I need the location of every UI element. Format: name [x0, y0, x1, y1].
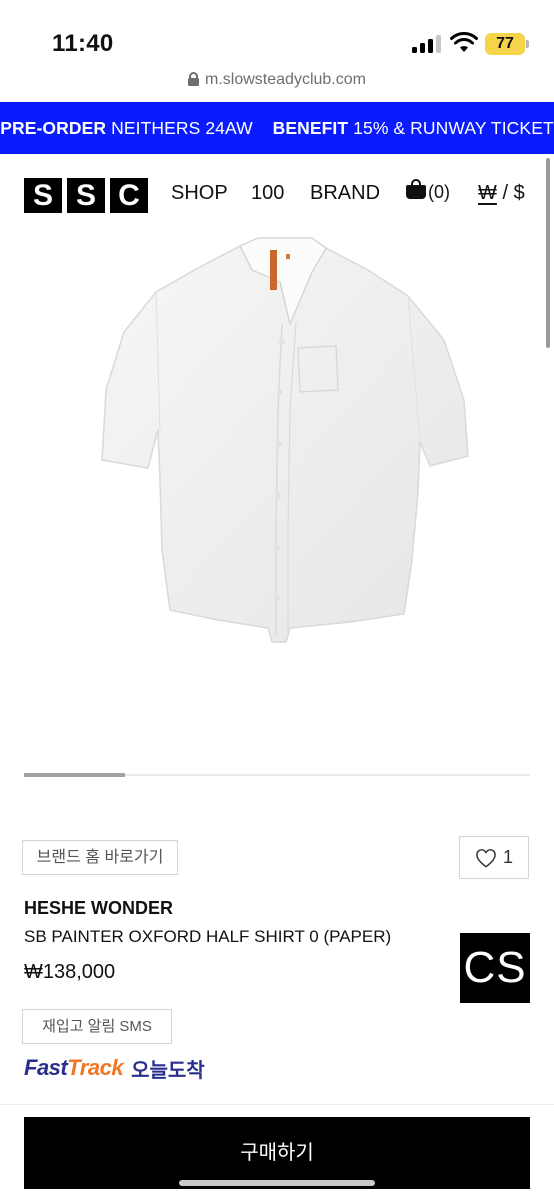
- fasttrack-badge: FastTrack 오늘도착: [24, 1053, 205, 1083]
- like-button[interactable]: 1: [459, 836, 529, 879]
- section-divider: [0, 1104, 554, 1105]
- product-title: SB PAINTER OXFORD HALF SHIRT 0 (PAPER): [24, 927, 392, 946]
- product-image[interactable]: [100, 230, 474, 650]
- nav-brand[interactable]: BRAND: [310, 182, 380, 205]
- home-indicator: [179, 1180, 375, 1186]
- battery-icon: 77: [485, 33, 529, 55]
- logo-letter: S: [67, 178, 105, 213]
- currency-won[interactable]: ₩: [478, 182, 497, 204]
- cart-count: (0): [428, 182, 450, 202]
- fasttrack-fast: Fast: [24, 1055, 68, 1080]
- wifi-icon: [450, 32, 478, 52]
- nav-shop[interactable]: SHOP: [171, 182, 228, 205]
- heart-icon: [476, 848, 496, 868]
- url-bar[interactable]: m.slowsteadyclub.com: [0, 71, 554, 95]
- status-bar: 11:40 77: [0, 0, 554, 64]
- logo-letter: C: [110, 178, 148, 213]
- fasttrack-today: 오늘도착: [131, 1059, 205, 1082]
- logo-letter: S: [24, 178, 62, 213]
- nav-100[interactable]: 100: [251, 182, 284, 205]
- fasttrack-logo: FastTrack: [24, 1055, 124, 1081]
- like-count: 1: [502, 847, 513, 867]
- promo-benefit-text: 15% & RUNWAY TICKET: [348, 118, 554, 138]
- page-scrollbar[interactable]: [546, 158, 550, 348]
- cart-button[interactable]: (0): [406, 179, 450, 203]
- shopping-bag-icon: [406, 179, 426, 199]
- promo-benefit-label: BENEFIT: [272, 118, 349, 138]
- currency-switcher[interactable]: ₩ / $: [478, 182, 525, 205]
- product-price: ₩138,000: [24, 961, 116, 983]
- gallery-slider-thumb[interactable]: [24, 773, 126, 777]
- url-text: m.slowsteadyclub.com: [205, 71, 366, 88]
- buy-button[interactable]: 구매하기: [24, 1117, 530, 1189]
- ssc-logo[interactable]: S S C: [24, 178, 153, 213]
- status-time: 11:40: [52, 30, 114, 57]
- currency-usd[interactable]: $: [514, 182, 525, 204]
- promo-preorder-text: NEITHERS 24AW: [106, 118, 253, 138]
- lock-icon: [188, 72, 200, 86]
- signal-icon: [412, 35, 442, 53]
- fasttrack-track: Track: [67, 1055, 124, 1080]
- product-brand[interactable]: HESHE WONDER: [24, 898, 173, 919]
- site-header: S S C SHOP 100 BRAND (0) ₩ / $: [0, 176, 554, 214]
- promo-preorder-label: PRE-ORDER: [0, 118, 107, 138]
- restock-sms-button[interactable]: 재입고 알림 SMS: [22, 1009, 172, 1044]
- cs-chat-button[interactable]: CS: [460, 933, 530, 1003]
- brand-home-button[interactable]: 브랜드 홈 바로가기: [22, 840, 178, 875]
- currency-separator: /: [496, 182, 514, 204]
- promo-banner[interactable]: PRE-ORDER NEITHERS 24AW BENEFIT 15% & RU…: [0, 102, 554, 154]
